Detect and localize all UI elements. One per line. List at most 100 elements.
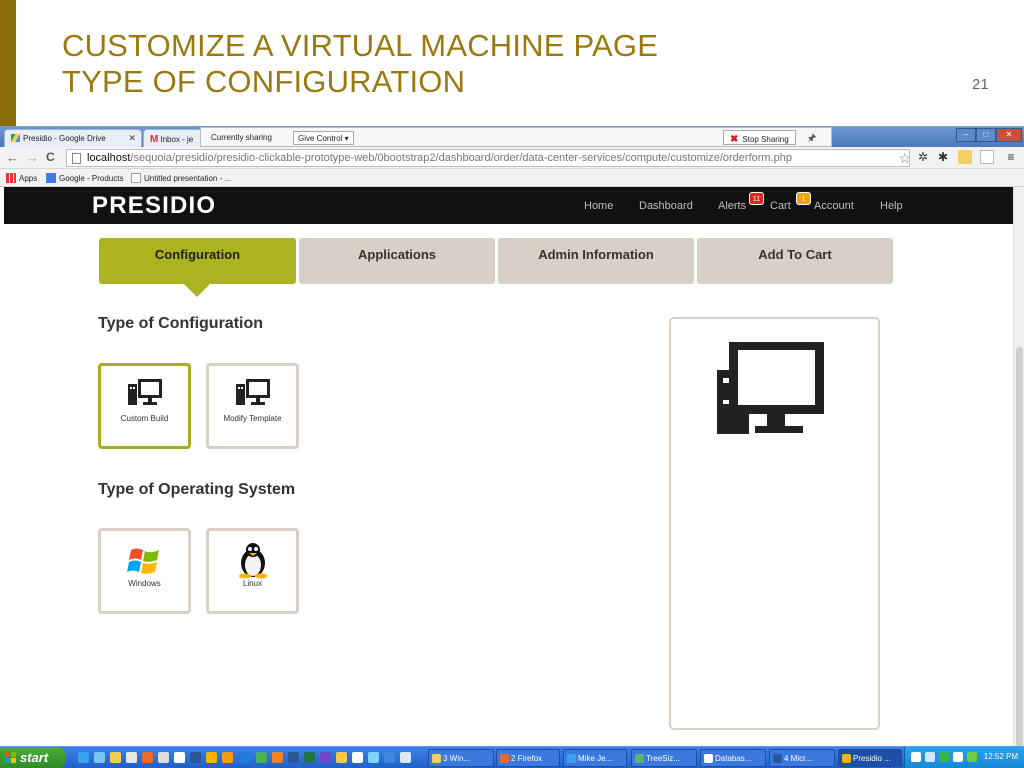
reload-icon[interactable]: C: [46, 150, 55, 164]
ie-icon[interactable]: [78, 752, 89, 763]
computer-icon: [127, 378, 163, 411]
close-icon[interactable]: ✕: [128, 133, 136, 144]
task-treesize[interactable]: TreeSiz...: [631, 749, 697, 767]
powerpoint-icon[interactable]: [272, 752, 283, 763]
address-bar[interactable]: localhost/sequoia/presidio/presidio-clic…: [66, 149, 910, 167]
option-modify-template[interactable]: Modify Template: [206, 363, 299, 449]
page-scrollbar[interactable]: [1013, 187, 1024, 747]
bookmark-apps[interactable]: Apps: [6, 173, 37, 183]
system-tray: 12:52 PM: [904, 747, 1024, 768]
app-icon[interactable]: [352, 752, 363, 763]
task-mike-je[interactable]: Mike Je...: [563, 749, 627, 767]
task-label: 4 Micr...: [784, 754, 813, 763]
app-icon[interactable]: [240, 752, 251, 763]
browser-icon[interactable]: [94, 752, 105, 763]
app-icon[interactable]: [384, 752, 395, 763]
app-icon[interactable]: [336, 752, 347, 763]
tab-applications[interactable]: Applications: [299, 238, 495, 284]
document-icon: [131, 173, 141, 183]
tab-add-to-cart[interactable]: Add To Cart: [697, 238, 893, 284]
url-path: /sequoia/presidio/presidio-clickable-pro…: [130, 152, 792, 164]
presidio-logo[interactable]: PRESIDIO: [92, 192, 216, 220]
browser-tab-drive[interactable]: Presidio - Google Drive ✕: [4, 129, 142, 147]
database-icon: [704, 754, 713, 763]
excel-icon[interactable]: [304, 752, 315, 763]
maximize-icon[interactable]: □: [976, 128, 996, 142]
stop-sharing-button[interactable]: ✖ Stop Sharing: [723, 130, 796, 145]
nav-help[interactable]: Help: [880, 200, 903, 212]
slide-title-line2: TYPE OF CONFIGURATION: [62, 64, 466, 99]
computer-icon: [717, 340, 825, 441]
app-icon[interactable]: [222, 752, 233, 763]
app-icon[interactable]: [174, 752, 185, 763]
option-windows[interactable]: Windows: [98, 528, 191, 614]
network-icon[interactable]: [925, 752, 935, 762]
word-icon: [773, 754, 782, 763]
close-icon: ✖: [730, 134, 739, 145]
folder-icon[interactable]: [110, 752, 121, 763]
screen: CUSTOMIZE A VIRTUAL MACHINE PAGE TYPE OF…: [0, 0, 1024, 768]
slide-accent-bar: [0, 0, 16, 126]
app-icon[interactable]: [400, 752, 411, 763]
task-windows-explorer[interactable]: 3 Win...: [428, 749, 494, 767]
app-icon[interactable]: [320, 752, 331, 763]
security-icon[interactable]: [939, 752, 949, 762]
bookmark-label: Apps: [19, 174, 38, 183]
menu-icon[interactable]: ≡: [1004, 150, 1018, 164]
system-clock: 12:52 PM: [983, 752, 1018, 761]
nav-dashboard[interactable]: Dashboard: [639, 200, 693, 212]
window-close-icon[interactable]: ✕: [996, 128, 1022, 142]
minimize-icon[interactable]: –: [956, 128, 976, 142]
app-icon[interactable]: [967, 752, 977, 762]
slide-title: CUSTOMIZE A VIRTUAL MACHINE PAGE TYPE OF…: [62, 28, 658, 100]
task-presidio-chrome[interactable]: Presidio ...: [838, 749, 902, 767]
calendar-icon[interactable]: [980, 150, 994, 164]
nav-cart[interactable]: Cart: [770, 200, 791, 212]
extension-icon[interactable]: ✲: [916, 150, 930, 164]
app-icon[interactable]: [126, 752, 137, 763]
help-icon[interactable]: [911, 752, 921, 762]
option-linux[interactable]: Linux: [206, 528, 299, 614]
task-microsoft[interactable]: 4 Micr...: [769, 749, 835, 767]
windows-logo-icon: [126, 545, 163, 582]
tab-admin-information[interactable]: Admin Information: [498, 238, 694, 284]
folder-icon: [432, 754, 441, 763]
tree-icon: [635, 754, 644, 763]
task-label: Presidio ...: [853, 754, 891, 763]
pin-icon[interactable]: 🖈: [807, 131, 816, 148]
browser-tab-inbox[interactable]: M Inbox - je: [143, 129, 203, 147]
forward-icon[interactable]: →: [26, 150, 39, 165]
volume-icon[interactable]: [953, 752, 963, 762]
nav-home[interactable]: Home: [584, 200, 613, 212]
back-icon[interactable]: ←: [6, 150, 19, 165]
chrome-icon[interactable]: [206, 752, 217, 763]
firefox-icon: [500, 754, 509, 763]
task-firefox[interactable]: 2 Firefox: [496, 749, 560, 767]
search-icon[interactable]: [368, 752, 379, 763]
stop-sharing-label: Stop Sharing: [742, 135, 789, 144]
start-button[interactable]: start: [0, 747, 66, 768]
scrollbar-thumb[interactable]: [1016, 347, 1023, 747]
browser-tab-label: Presidio - Google Drive: [23, 134, 106, 143]
nav-alerts[interactable]: Alerts: [718, 200, 746, 212]
word-icon[interactable]: [288, 752, 299, 763]
extension-icon[interactable]: [958, 150, 972, 164]
chrome-icon: [842, 754, 851, 763]
app-icon[interactable]: [256, 752, 267, 763]
google-icon: [46, 173, 56, 183]
gear-icon[interactable]: ✱: [936, 150, 950, 164]
task-label: 2 Firefox: [511, 754, 543, 763]
configuration-preview-panel: [669, 317, 880, 730]
bookmark-untitled-presentation[interactable]: Untitled presentation - ...: [131, 173, 231, 183]
bookmark-star-icon[interactable]: ☆: [898, 150, 909, 166]
app-icon[interactable]: [158, 752, 169, 763]
give-control-button[interactable]: Give Control ▾: [293, 131, 354, 145]
bookmark-google-products[interactable]: Google - Products: [46, 173, 123, 183]
app-icon[interactable]: [190, 752, 201, 763]
browser-window: Presidio - Google Drive ✕ M Inbox - je Cu…: [0, 126, 1024, 747]
nav-account[interactable]: Account: [814, 200, 854, 212]
firefox-icon[interactable]: [142, 752, 153, 763]
task-database[interactable]: Databas...: [700, 749, 766, 767]
option-custom-build[interactable]: Custom Build: [98, 363, 191, 449]
tab-configuration[interactable]: Configuration: [99, 238, 296, 284]
